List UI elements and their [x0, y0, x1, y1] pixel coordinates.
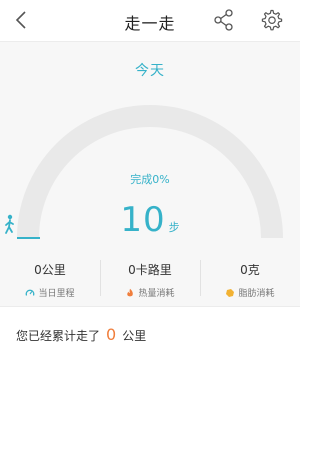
section-divider	[0, 306, 300, 312]
stat-fat: 0克 脂肪消耗	[200, 256, 300, 306]
progress-percentage: 完成0%	[130, 173, 170, 186]
odometer-icon	[25, 288, 35, 298]
cumulative-distance: 您已经累计走了 0 公里	[16, 325, 146, 344]
fat-drop-icon	[225, 288, 235, 298]
step-summary-card: 今天 完成0% 10 步 0公里 当日里程 0卡路里 热量消耗 0克 脂肪消耗	[0, 42, 300, 306]
share-button[interactable]	[210, 6, 238, 34]
stat-fat-value: 0克	[240, 263, 260, 277]
cumulative-unit: 公里	[122, 329, 147, 343]
top-bar: 走一走	[0, 0, 300, 42]
step-count-unit: 步	[168, 221, 180, 234]
gear-icon	[261, 9, 283, 31]
stat-calories-value: 0卡路里	[128, 263, 172, 277]
stat-distance-value: 0公里	[34, 263, 66, 277]
stat-calories: 0卡路里 热量消耗	[100, 256, 200, 306]
share-icon	[214, 9, 233, 31]
step-count-value: 10	[120, 200, 166, 240]
cumulative-distance-value: 0	[106, 325, 117, 344]
period-label: 今天	[135, 63, 165, 79]
settings-button[interactable]	[257, 6, 285, 34]
stat-fat-label: 脂肪消耗	[238, 289, 275, 299]
stat-distance-label: 当日里程	[38, 289, 75, 299]
stats-row: 0公里 当日里程 0卡路里 热量消耗 0克 脂肪消耗	[0, 256, 300, 306]
cumulative-prefix: 您已经累计走了	[16, 329, 101, 343]
flame-icon	[125, 288, 135, 298]
stat-calories-label: 热量消耗	[138, 289, 175, 299]
step-count: 10 步	[0, 200, 300, 240]
page-title: 走一走	[124, 14, 176, 33]
stat-distance: 0公里 当日里程	[0, 256, 100, 306]
